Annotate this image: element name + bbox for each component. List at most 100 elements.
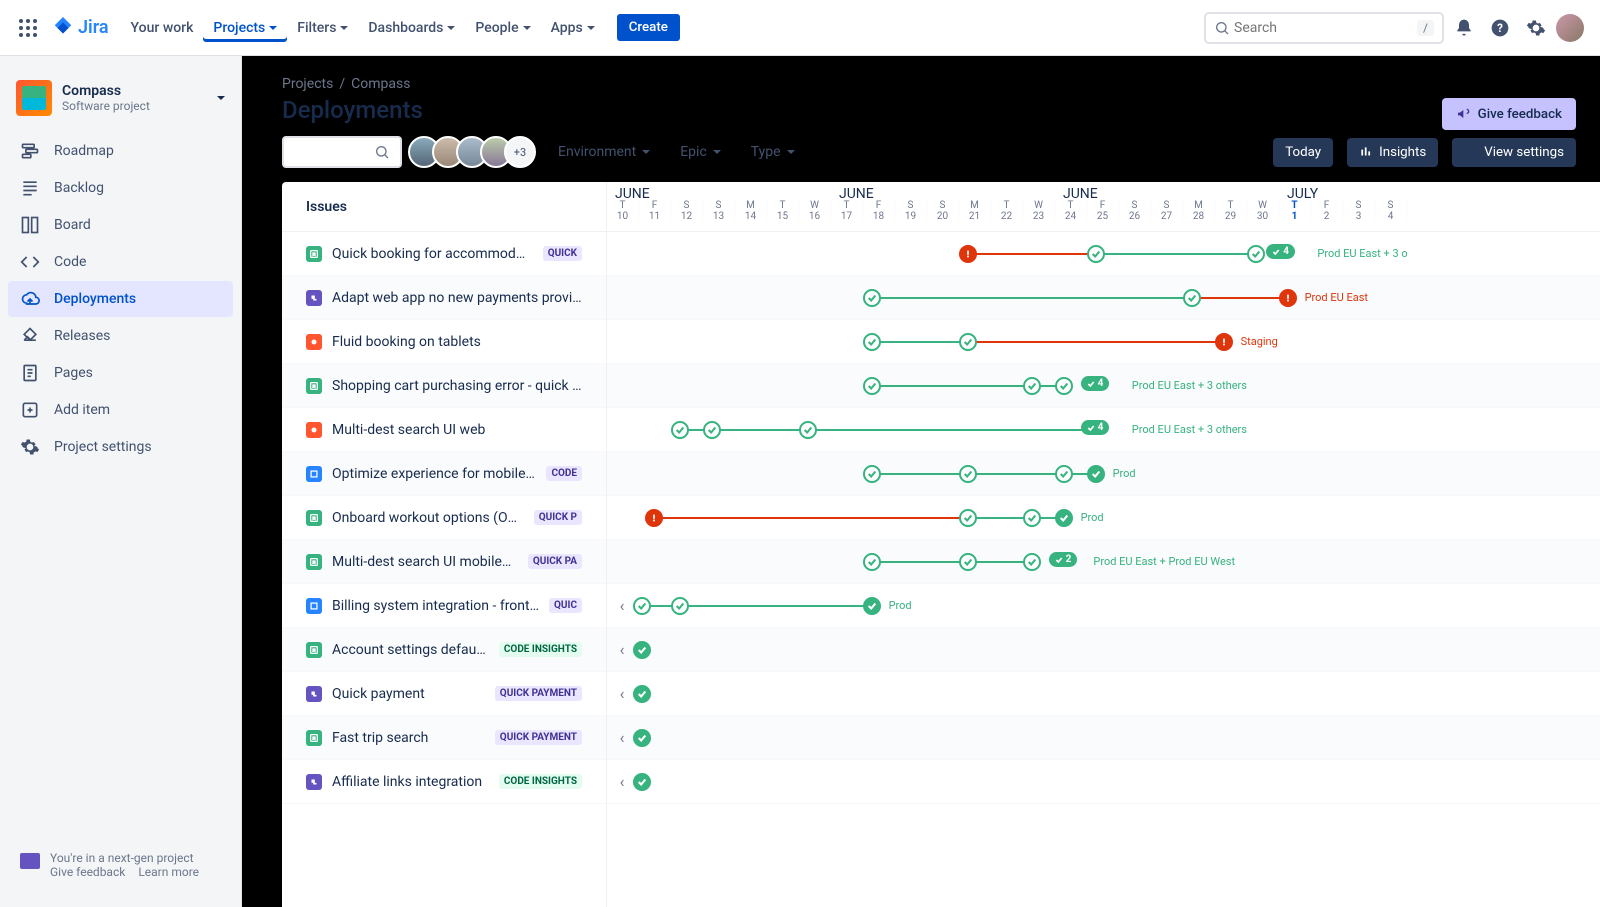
sidebar-item-label: Board (54, 217, 91, 233)
jira-logo[interactable]: Jira (52, 17, 109, 39)
issue-row[interactable]: Fast trip searchQUICK PAYMENT (282, 716, 606, 760)
next-gen-feedback-link[interactable]: Give feedback (50, 865, 125, 879)
notifications-icon[interactable] (1448, 12, 1480, 44)
create-button[interactable]: Create (617, 14, 680, 41)
help-icon[interactable]: ? (1484, 12, 1516, 44)
breadcrumb-compass[interactable]: Compass (351, 76, 410, 92)
deploy-node-ok[interactable] (1087, 245, 1105, 263)
nav-projects[interactable]: Projects (203, 14, 287, 42)
nav-your-work[interactable]: Your work (121, 14, 204, 42)
deploy-node-ok[interactable] (1023, 509, 1041, 527)
timeline-column[interactable]: JUNEJUNEJUNEJULYT10F11S12S13M14T15W16T17… (607, 182, 1600, 907)
deploy-node-filled[interactable] (863, 597, 881, 615)
issue-row[interactable]: Optimize experience for mobile webCODE (282, 452, 606, 496)
issue-row[interactable]: Multi-dest search UI web (282, 408, 606, 452)
environment-filter[interactable]: Environment (550, 138, 658, 166)
project-header[interactable]: Compass Software project (8, 76, 233, 132)
sidebar-item-board[interactable]: Board (8, 207, 233, 243)
avatar-more[interactable]: +3 (504, 136, 536, 168)
issue-row[interactable]: Fluid booking on tablets (282, 320, 606, 364)
deploy-node-ok[interactable] (633, 597, 651, 615)
deploy-node-filled[interactable] (633, 773, 651, 791)
nav-people[interactable]: People (465, 14, 540, 42)
deploy-node-ok[interactable] (863, 377, 881, 395)
apps-menu-icon[interactable] (16, 16, 40, 40)
issue-row[interactable]: Quick paymentQUICK PAYMENT (282, 672, 606, 716)
issue-row[interactable]: Account settings defaultsCODE INSIGHTS (282, 628, 606, 672)
deploy-node-ok[interactable] (1023, 553, 1041, 571)
deploy-node-ok[interactable] (1055, 377, 1073, 395)
project-type: Software project (62, 99, 150, 113)
search-input[interactable] (1230, 16, 1417, 40)
issue-row[interactable]: Quick booking for accommodationsQUICK (282, 232, 606, 276)
deploy-count-pill[interactable]: 4 (1081, 376, 1110, 391)
deploy-node-filled[interactable] (1055, 509, 1073, 527)
deploy-count-pill[interactable]: 4 (1081, 420, 1110, 435)
next-gen-learn-link[interactable]: Learn more (138, 865, 199, 879)
nav-dashboards[interactable]: Dashboards (358, 14, 465, 42)
deploy-node-ok[interactable] (671, 421, 689, 439)
deploy-node-ok[interactable] (671, 597, 689, 615)
chevron-left-icon[interactable]: ‹ (615, 643, 629, 657)
view-settings-button[interactable]: View settings (1452, 138, 1576, 167)
issue-row[interactable]: Adapt web app no new payments provide (282, 276, 606, 320)
deployment-search-input[interactable] (294, 145, 374, 160)
deploy-node-ok[interactable] (959, 509, 977, 527)
deploy-node-err[interactable] (1215, 333, 1233, 351)
deploy-node-ok[interactable] (1247, 245, 1265, 263)
chevron-left-icon[interactable]: ‹ (615, 599, 629, 613)
deploy-node-err[interactable] (645, 509, 663, 527)
sidebar-item-roadmap[interactable]: Roadmap (8, 133, 233, 169)
deploy-node-err[interactable] (1279, 289, 1297, 307)
issue-row[interactable]: Onboard workout options (OWO)QUICK P (282, 496, 606, 540)
deploy-node-filled[interactable] (633, 685, 651, 703)
sidebar-item-backlog[interactable]: Backlog (8, 170, 233, 206)
deploy-node-ok[interactable] (959, 465, 977, 483)
deploy-count-pill[interactable]: 4 (1266, 244, 1295, 259)
issue-row[interactable]: Multi-dest search UI mobilewebQUICK PA (282, 540, 606, 584)
type-filter[interactable]: Type (743, 138, 803, 166)
deploy-node-ok[interactable] (863, 289, 881, 307)
deploy-node-ok[interactable] (959, 553, 977, 571)
environment-label: Prod (889, 599, 912, 612)
epic-filter[interactable]: Epic (672, 138, 729, 166)
insights-button[interactable]: Insights (1347, 138, 1438, 167)
deploy-node-filled[interactable] (1087, 465, 1105, 483)
deploy-node-ok[interactable] (1055, 465, 1073, 483)
global-search[interactable]: / (1204, 12, 1444, 44)
deploy-count-pill[interactable]: 2 (1049, 552, 1078, 567)
deploy-node-ok[interactable] (703, 421, 721, 439)
sidebar-item-releases[interactable]: Releases (8, 318, 233, 354)
sidebar-item-code[interactable]: Code (8, 244, 233, 280)
sidebar-item-add-item[interactable]: Add item (8, 392, 233, 428)
deploy-node-ok[interactable] (959, 333, 977, 351)
today-button[interactable]: Today (1273, 138, 1333, 167)
chevron-left-icon[interactable]: ‹ (615, 731, 629, 745)
profile-avatar[interactable] (1556, 14, 1584, 42)
nav-apps[interactable]: Apps (541, 14, 605, 42)
chevron-down-icon (269, 26, 277, 30)
sidebar-item-deployments[interactable]: Deployments (8, 281, 233, 317)
deploy-node-ok[interactable] (863, 553, 881, 571)
deploy-node-filled[interactable] (633, 729, 651, 747)
deployment-search[interactable] (282, 136, 402, 168)
issue-row[interactable]: Affiliate links integrationCODE INSIGHTS (282, 760, 606, 804)
nav-filters[interactable]: Filters (287, 14, 358, 42)
deploy-node-ok[interactable] (1183, 289, 1201, 307)
deploy-node-filled[interactable] (633, 641, 651, 659)
breadcrumb-projects[interactable]: Projects (282, 76, 333, 92)
deploy-node-ok[interactable] (863, 333, 881, 351)
give-feedback-button[interactable]: Give feedback (1442, 98, 1576, 130)
deploy-node-err[interactable] (959, 245, 977, 263)
settings-icon[interactable] (1520, 12, 1552, 44)
chevron-left-icon[interactable]: ‹ (615, 687, 629, 701)
sidebar-item-project-settings[interactable]: Project settings (8, 429, 233, 465)
deploy-node-ok[interactable] (863, 465, 881, 483)
sidebar-item-pages[interactable]: Pages (8, 355, 233, 391)
assignee-avatars[interactable]: +3 (416, 136, 536, 168)
deploy-node-ok[interactable] (799, 421, 817, 439)
issue-row[interactable]: Shopping cart purchasing error - quick f… (282, 364, 606, 408)
chevron-left-icon[interactable]: ‹ (615, 775, 629, 789)
issue-row[interactable]: Billing system integration - frontendQUI… (282, 584, 606, 628)
deploy-node-ok[interactable] (1023, 377, 1041, 395)
